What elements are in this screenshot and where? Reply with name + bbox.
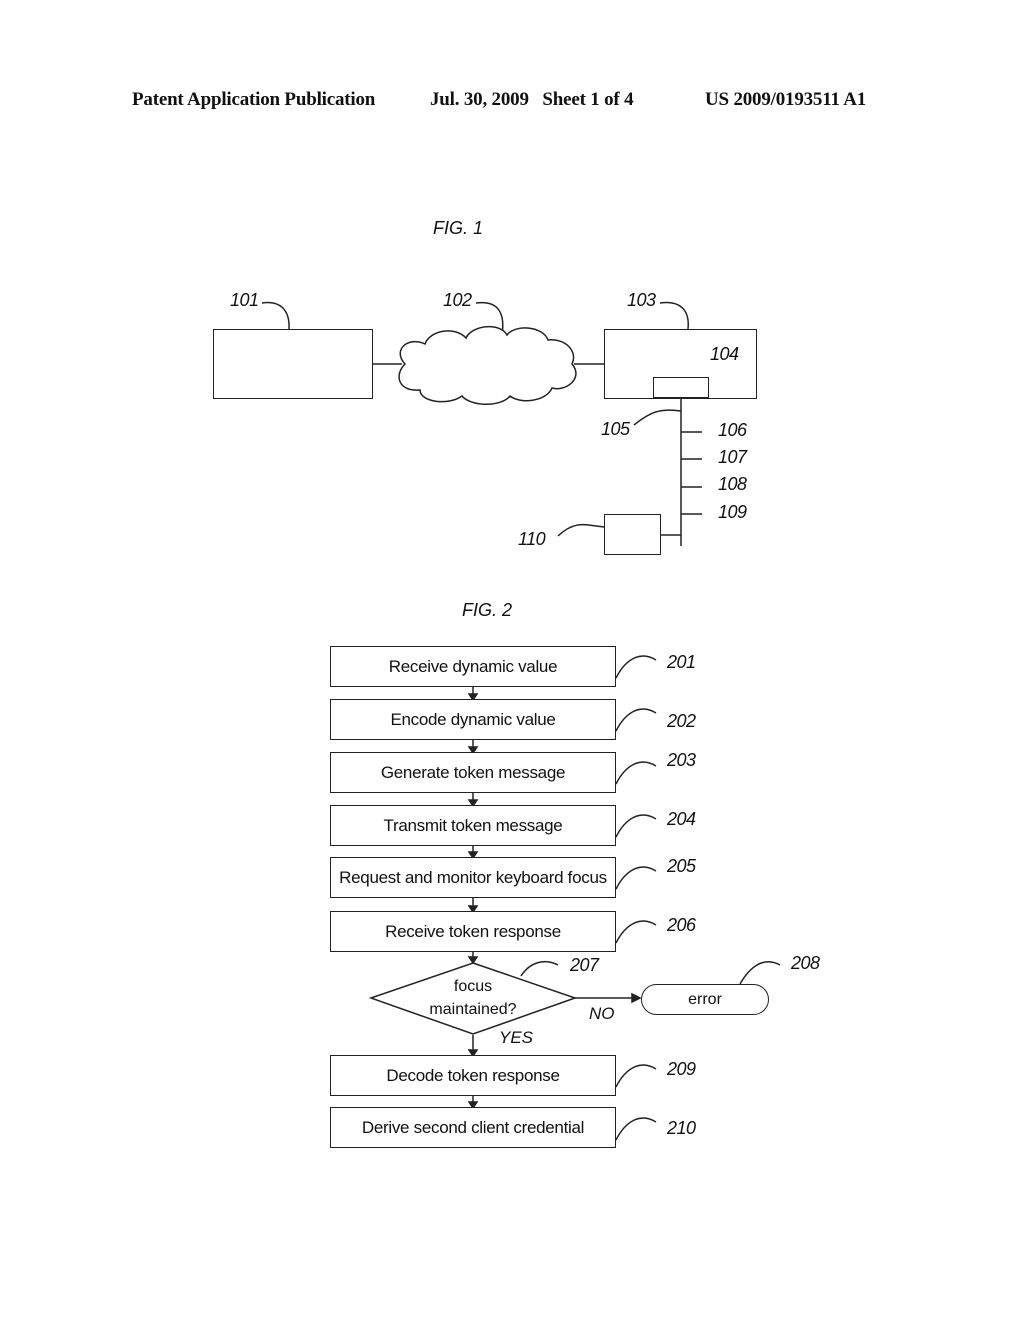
ref-108: 108 <box>718 474 747 494</box>
ref-209: 209 <box>667 1059 696 1079</box>
leader-105 <box>633 409 682 426</box>
no-branch-label: NO <box>589 1004 615 1023</box>
step-204: Transmit token message <box>330 805 616 846</box>
ref-204: 204 <box>667 809 696 829</box>
ref-201: 201 <box>667 652 696 672</box>
network-cloud <box>398 326 577 405</box>
fig2-title: FIG. 2 <box>462 600 513 620</box>
error-terminal: error <box>641 984 769 1015</box>
ref-102: 102 <box>443 290 472 310</box>
step-203: Generate token message <box>330 752 616 793</box>
node-110-box <box>604 514 661 555</box>
ref-101: 101 <box>230 290 259 310</box>
ref-202: 202 <box>667 711 696 731</box>
leader-110 <box>557 524 605 537</box>
ref-104: 104 <box>710 344 739 364</box>
decision-text-line1: focus <box>453 978 493 995</box>
leader-103 <box>659 301 689 330</box>
ref-207: 207 <box>570 955 599 975</box>
ref-107: 107 <box>718 447 747 467</box>
step-206: Receive token response <box>330 911 616 952</box>
leader-101 <box>261 301 290 330</box>
step-201: Receive dynamic value <box>330 646 616 687</box>
ref-205: 205 <box>667 856 696 876</box>
yes-branch-label: YES <box>499 1028 534 1047</box>
node-101-box <box>213 329 373 399</box>
decision-text-line2: maintained? <box>429 1001 517 1018</box>
ref-210: 210 <box>667 1118 696 1138</box>
node-104-box <box>653 377 709 398</box>
ref-106: 106 <box>718 420 747 440</box>
ref-110: 110 <box>518 529 546 549</box>
ref-105: 105 <box>601 419 630 439</box>
ref-203: 203 <box>667 750 696 770</box>
ref-109: 109 <box>718 502 747 522</box>
step-209: Decode token response <box>330 1055 616 1096</box>
step-210: Derive second client credential <box>330 1107 616 1148</box>
ref-206: 206 <box>667 915 696 935</box>
step-205: Request and monitor keyboard focus <box>330 857 616 898</box>
ref-103: 103 <box>627 290 656 310</box>
decision-diamond <box>368 962 578 1035</box>
ref-208: 208 <box>791 953 820 973</box>
step-202: Encode dynamic value <box>330 699 616 740</box>
